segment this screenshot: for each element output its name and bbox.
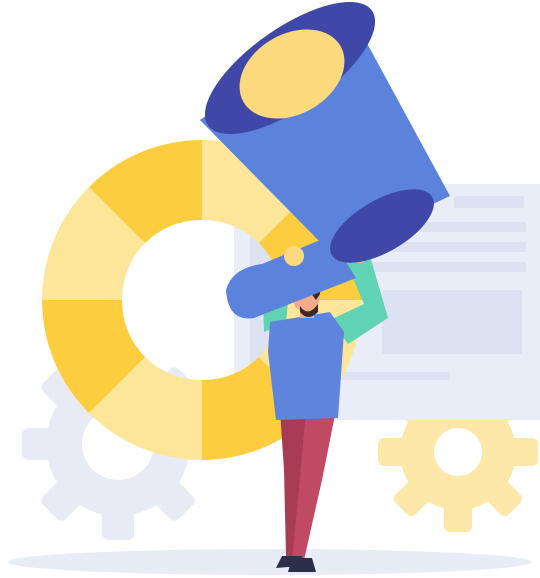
marketing-illustration xyxy=(8,1,540,575)
floor-shadow xyxy=(8,549,532,575)
